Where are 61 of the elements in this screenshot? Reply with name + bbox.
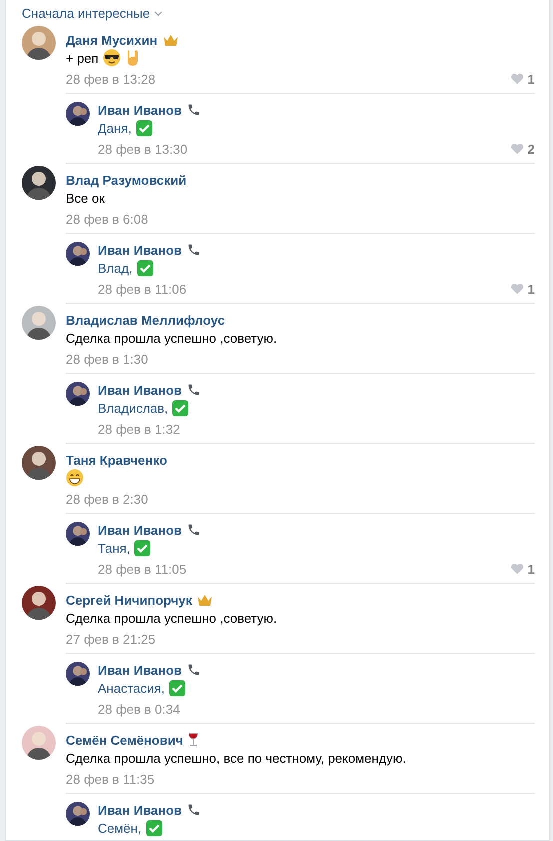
comment-date[interactable]: 28 фев в 11:35 [66, 772, 155, 786]
phone-icon [187, 383, 202, 397]
check-mark-icon [134, 540, 152, 556]
like-button[interactable]: 1 [510, 282, 535, 296]
comment-date[interactable]: 28 фев в 11:05 [98, 562, 187, 576]
comment-text: + реп [66, 50, 99, 66]
heart-icon [510, 283, 524, 295]
author-name[interactable]: Иван Иванов [98, 242, 182, 258]
comment-date[interactable]: 27 фев в 21:25 [66, 632, 156, 646]
comment-date[interactable]: 28 фев в 6:08 [66, 212, 148, 226]
author-name[interactable]: Иван Иванов [98, 802, 182, 818]
author-name[interactable]: Иван Иванов [98, 662, 182, 678]
crown-icon [197, 594, 214, 606]
sunglasses-smiley-icon [102, 49, 121, 67]
check-mark-icon [172, 400, 190, 416]
reply-text: Даня, [98, 120, 132, 136]
reply-text: Таня, [98, 540, 130, 556]
check-mark-icon [146, 820, 163, 836]
comment-text: Все ок [66, 190, 105, 206]
heart-icon [510, 143, 524, 155]
reply-text: Семён, [98, 820, 142, 836]
sort-dropdown[interactable]: Сначала интересные [22, 0, 164, 24]
author-name[interactable]: Семён Семёнович [66, 732, 184, 748]
author-name[interactable]: Сергей Ничипорчук [66, 592, 192, 608]
wine-glass-icon [188, 732, 200, 748]
check-mark-icon [136, 260, 154, 276]
reply-text: Владислав, [98, 400, 168, 416]
reply-text: Анастасия, [98, 680, 166, 696]
comment-date[interactable]: 28 фев в 2:30 [66, 492, 148, 506]
comment-date[interactable]: 28 фев в 1:32 [98, 422, 180, 436]
author-name[interactable]: Иван Иванов [98, 522, 182, 538]
like-button[interactable]: 1 [510, 72, 535, 86]
heart-icon [510, 563, 524, 575]
phone-icon [187, 243, 202, 257]
comment-date[interactable]: 28 фев в 0:34 [98, 702, 180, 716]
like-button[interactable]: 1 [510, 562, 535, 576]
phone-icon [187, 103, 202, 117]
comment-date[interactable]: 28 фев в 13:28 [66, 72, 156, 86]
comment-date[interactable]: 28 фев в 11:06 [98, 282, 187, 296]
phone-icon [187, 803, 202, 817]
comment-date[interactable]: 28 фев в 1:30 [66, 352, 148, 366]
author-name[interactable]: Влад Разумовский [66, 172, 187, 188]
author-name[interactable]: Иван Иванов [98, 382, 182, 398]
like-button[interactable]: 2 [510, 142, 535, 156]
phone-icon [187, 523, 202, 537]
comment-date[interactable]: 28 фев в 13:30 [98, 142, 188, 156]
author-name[interactable]: Владислав Меллифлоус [66, 312, 226, 328]
author-name[interactable]: Таня Кравченко [66, 452, 168, 468]
check-mark-icon [136, 120, 153, 136]
phone-icon [187, 663, 202, 677]
heart-icon [510, 73, 524, 85]
comment-text: Сделка прошла успешно ,советую. [66, 610, 278, 626]
reply-text: Влад, [98, 260, 133, 276]
grinning-face-icon [66, 469, 84, 487]
author-name[interactable]: Даня Мусихин [66, 32, 158, 48]
check-mark-icon [169, 680, 186, 696]
crown-icon [162, 34, 179, 46]
author-name[interactable]: Иван Иванов [98, 102, 182, 118]
comment-text: Сделка прошла успешно ,советую. [66, 330, 278, 346]
chevron-down-icon [154, 10, 164, 16]
comment-text: Сделка прошла успешно, все по честному, рекомендую. [66, 750, 406, 766]
